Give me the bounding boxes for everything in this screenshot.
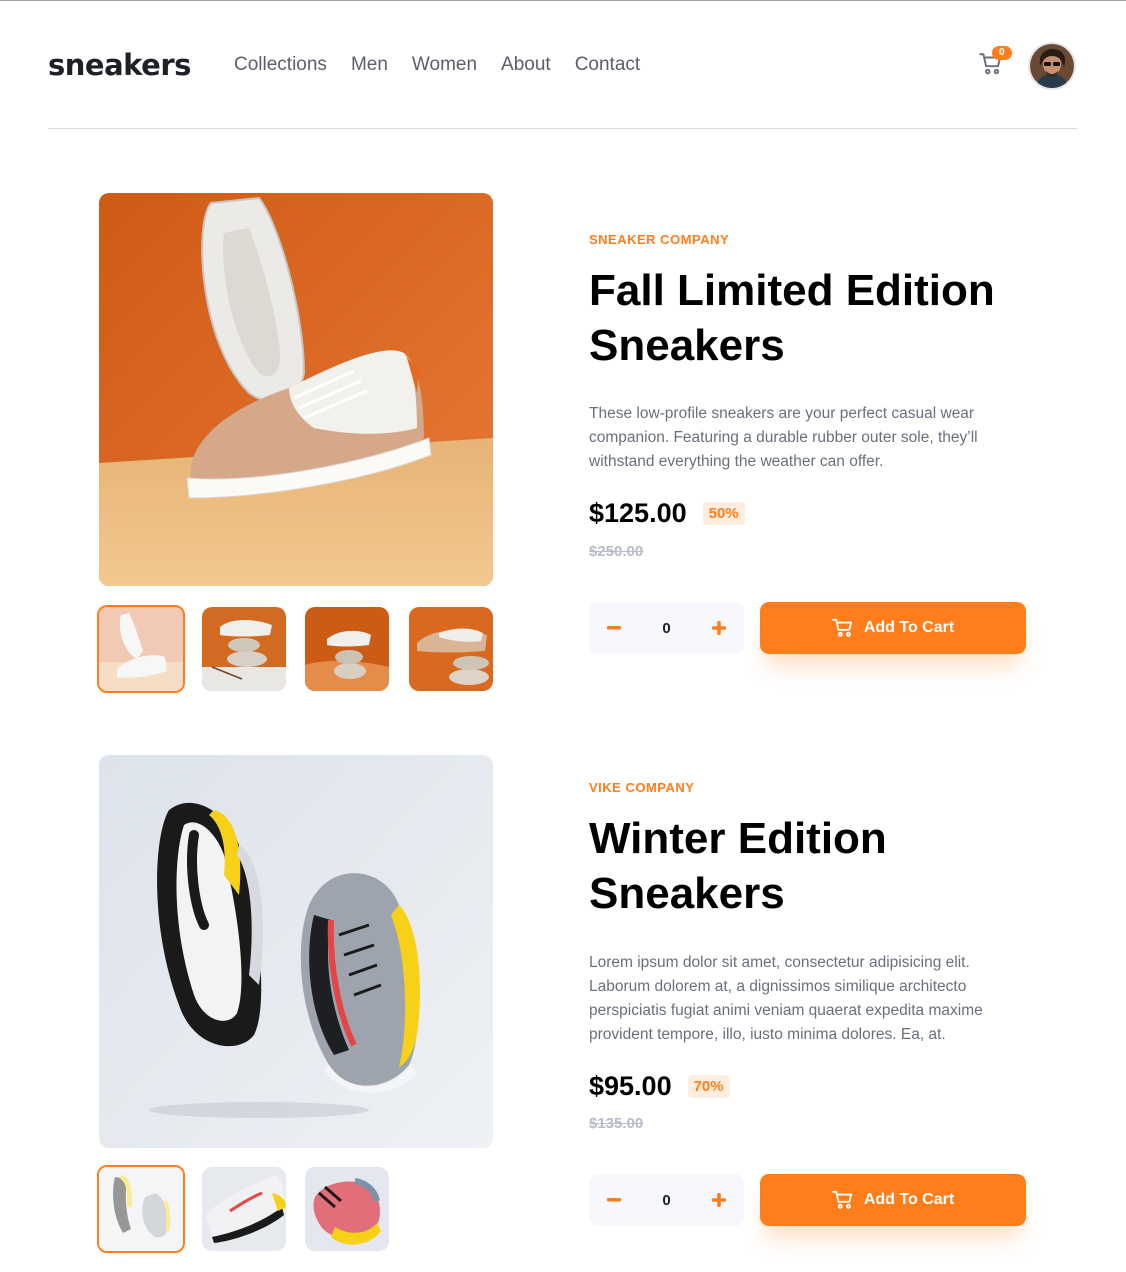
product-title: Winter Edition Sneakers xyxy=(589,811,1049,921)
plus-icon xyxy=(712,1193,726,1207)
nav-men[interactable]: Men xyxy=(351,54,388,76)
site-header: sneakers Collections Men Women About Con… xyxy=(48,1,1077,129)
current-price: $95.00 xyxy=(589,1071,672,1101)
plus-icon xyxy=(712,621,726,635)
quantity-value: 0 xyxy=(662,1191,671,1209)
product-title-line2: Sneakers xyxy=(589,321,785,370)
cart-icon xyxy=(831,618,852,637)
cart-icon xyxy=(831,1190,852,1209)
nav-about[interactable]: About xyxy=(501,54,551,76)
decrease-button[interactable] xyxy=(589,1174,639,1226)
company-label: VIKE COMPANY xyxy=(589,780,695,795)
product-main-image[interactable] xyxy=(99,193,493,586)
add-to-cart-button[interactable]: Add To Cart xyxy=(760,1174,1026,1226)
thumbnail-3[interactable] xyxy=(305,607,389,691)
nav-contact[interactable]: Contact xyxy=(575,54,640,76)
discount-badge: 70% xyxy=(687,1075,730,1098)
product-main-image[interactable] xyxy=(99,755,493,1148)
minus-icon xyxy=(607,626,621,630)
current-price: $125.00 xyxy=(589,498,687,528)
thumbnail-3[interactable] xyxy=(305,1167,389,1251)
avatar[interactable] xyxy=(1028,42,1076,90)
original-price: $135.00 xyxy=(589,1115,644,1132)
thumbnail-2[interactable] xyxy=(202,1167,286,1251)
price-row: $125.00 50% xyxy=(589,498,745,529)
minus-icon xyxy=(607,1198,621,1202)
cart-count-badge: 0 xyxy=(992,46,1012,60)
product-title: Fall Limited Edition Sneakers xyxy=(589,263,1049,373)
thumbnail-2[interactable] xyxy=(202,607,286,691)
quantity-value: 0 xyxy=(662,619,671,637)
thumbnail-1[interactable] xyxy=(97,605,185,693)
decrease-button[interactable] xyxy=(589,602,639,654)
company-label: SNEAKER COMPANY xyxy=(589,232,730,247)
main-nav: Collections Men Women About Contact xyxy=(234,54,640,76)
price-row: $95.00 70% xyxy=(589,1071,730,1102)
original-price: $250.00 xyxy=(589,543,644,560)
add-to-cart-button[interactable]: Add To Cart xyxy=(760,602,1026,654)
logo[interactable]: sneakers xyxy=(48,48,191,82)
product-title-line2: Sneakers xyxy=(589,869,785,918)
quantity-stepper: 0 xyxy=(589,602,744,654)
add-to-cart-label: Add To Cart xyxy=(863,619,955,636)
product-title-line1: Fall Limited Edition xyxy=(589,266,995,315)
increase-button[interactable] xyxy=(694,1174,744,1226)
add-to-cart-label: Add To Cart xyxy=(863,1191,955,1208)
discount-badge: 50% xyxy=(702,502,745,525)
nav-women[interactable]: Women xyxy=(412,54,477,76)
product-description: Lorem ipsum dolor sit amet, consectetur … xyxy=(589,954,983,1043)
thumbnail-4[interactable] xyxy=(409,607,493,691)
quantity-stepper: 0 xyxy=(589,1174,744,1226)
nav-collections[interactable]: Collections xyxy=(234,54,327,76)
thumbnail-1[interactable] xyxy=(97,1165,185,1253)
product-title-line1: Winter Edition xyxy=(589,814,887,863)
product-description: These low-profile sneakers are your perf… xyxy=(589,405,978,470)
increase-button[interactable] xyxy=(694,602,744,654)
